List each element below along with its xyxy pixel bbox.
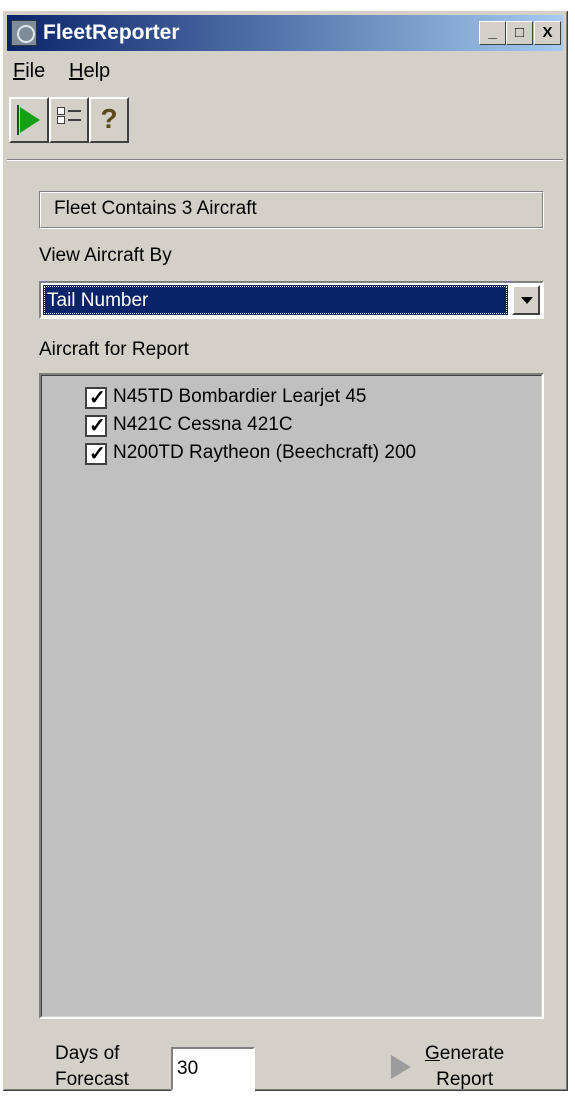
generate-report-label: Generate Report — [425, 1043, 505, 1090]
aircraft-label: N45TD Bombardier Learjet 45 — [113, 386, 367, 407]
aircraft-list-label: Aircraft for Report — [39, 339, 189, 360]
chevron-down-icon[interactable] — [512, 285, 540, 315]
aircraft-listbox[interactable]: N45TD Bombardier Learjet 45 N421C Cessna… — [39, 373, 544, 1019]
checkbox[interactable] — [85, 385, 107, 410]
toolbar-separator — [7, 159, 563, 161]
checklist-icon — [57, 107, 83, 133]
menu-file[interactable]: File — [13, 60, 45, 83]
maximize-button[interactable]: □ — [506, 21, 533, 45]
close-button[interactable]: X — [534, 21, 561, 45]
toolbar: ? — [9, 97, 169, 145]
help-button[interactable]: ? — [89, 97, 129, 143]
fleet-status-text: Fleet Contains 3 Aircraft — [54, 198, 257, 219]
view-by-selected[interactable]: Tail Number — [43, 285, 508, 315]
checklist-button[interactable] — [49, 97, 89, 143]
aircraft-label: N421C Cessna 421C — [113, 414, 293, 435]
checkbox[interactable] — [85, 413, 107, 438]
minimize-button[interactable]: _ — [479, 21, 506, 45]
menu-help[interactable]: Help — [69, 60, 110, 83]
forecast-days-input[interactable] — [171, 1047, 255, 1091]
generate-report-button[interactable]: Generate Report — [385, 1037, 535, 1093]
window-title: FleetReporter — [43, 21, 180, 44]
title-bar[interactable]: FleetReporter _ □ X — [7, 15, 563, 51]
app-icon[interactable] — [11, 20, 37, 46]
checkbox[interactable] — [85, 441, 107, 466]
forecast-days-label: Days of Forecast — [55, 1043, 129, 1090]
aircraft-label: N200TD Raytheon (Beechcraft) 200 — [113, 442, 417, 463]
help-icon: ? — [100, 103, 118, 134]
menu-bar: File Help — [7, 55, 563, 85]
run-button[interactable] — [9, 97, 49, 143]
view-by-label: View Aircraft By — [39, 245, 172, 266]
play-icon — [17, 105, 40, 135]
app-window: FleetReporter _ □ X File Help ? Fleet Co… — [2, 10, 569, 1092]
fleet-status-panel: Fleet Contains 3 Aircraft — [39, 191, 544, 229]
view-by-select[interactable]: Tail Number — [39, 281, 544, 319]
play-icon — [391, 1055, 411, 1079]
